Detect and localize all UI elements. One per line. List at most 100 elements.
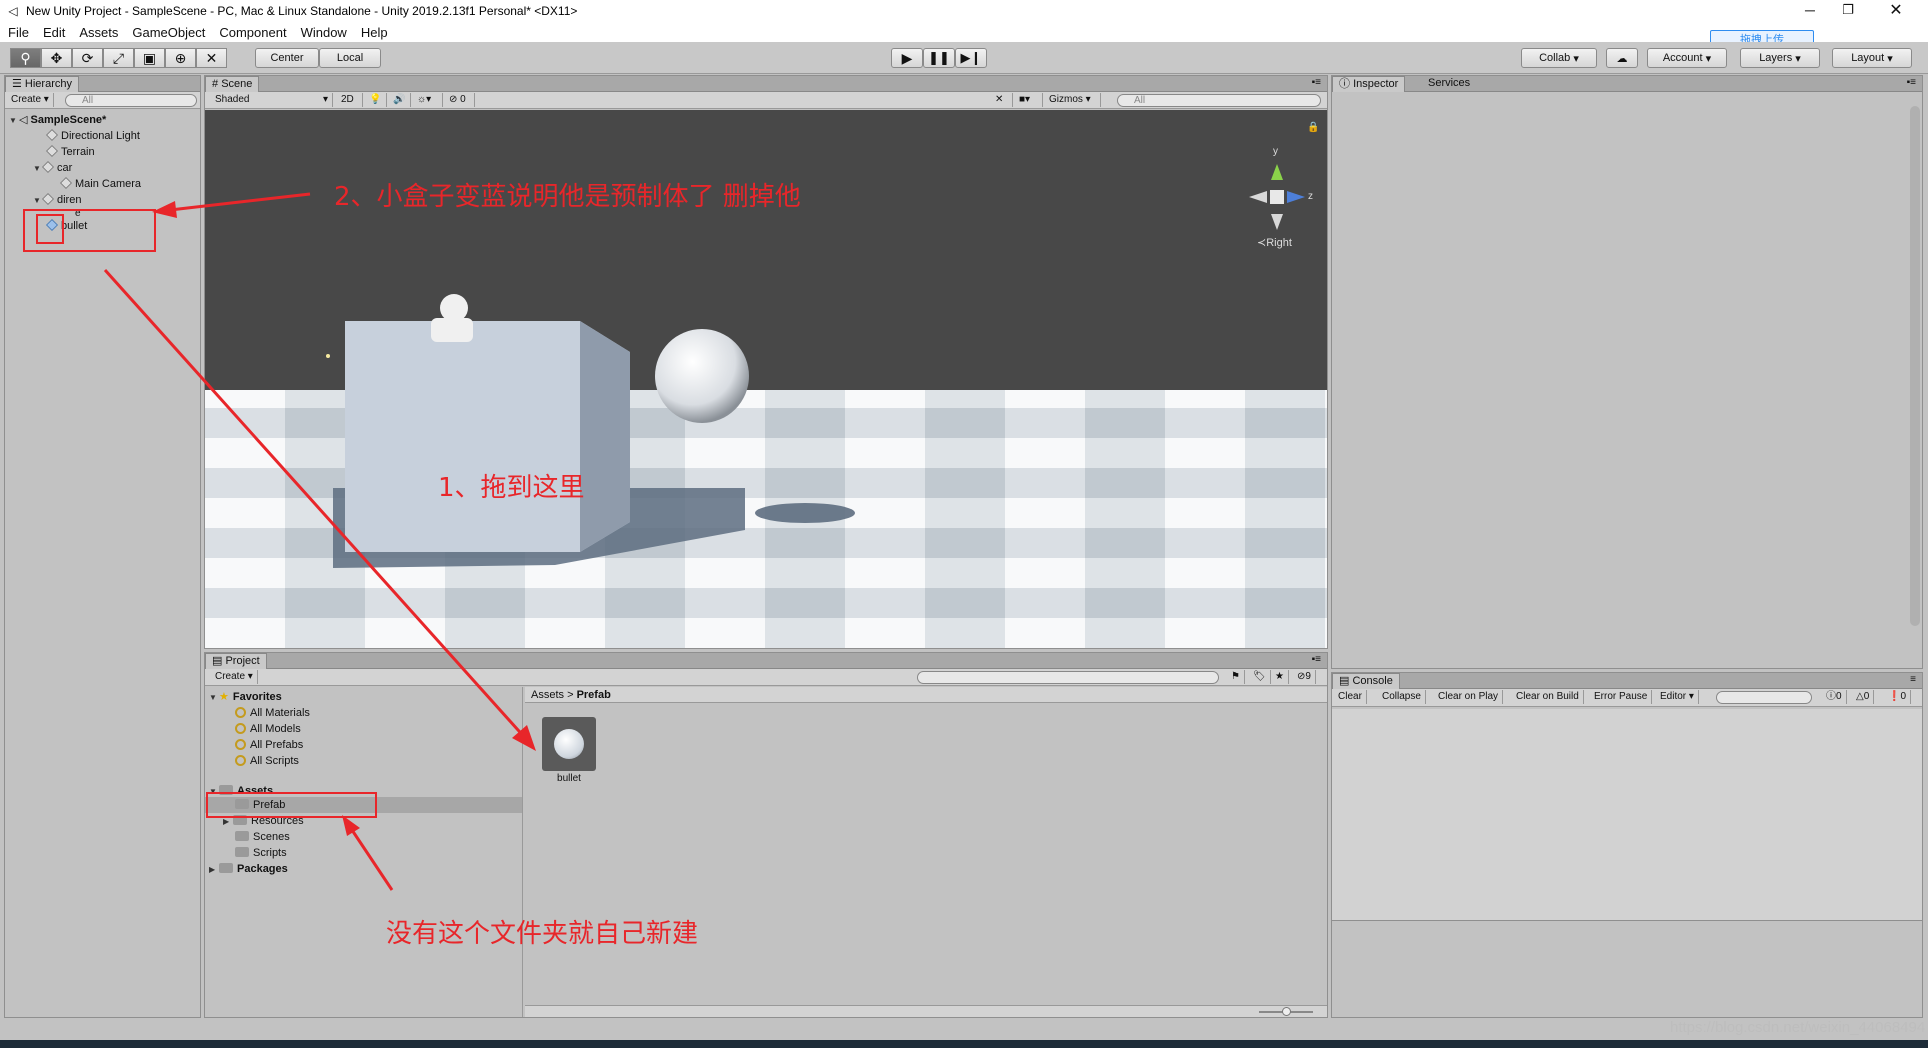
- asset-label[interactable]: bullet: [542, 773, 596, 784]
- shading-mode-dropdown[interactable]: Shaded ▾: [211, 93, 333, 107]
- audio-toggle-icon[interactable]: 🔊: [389, 93, 411, 107]
- minimize-button[interactable]: ─: [1800, 2, 1820, 20]
- asset-thumbnail-bullet[interactable]: [542, 717, 596, 771]
- collab-button[interactable]: Collab ▾: [1521, 48, 1597, 68]
- hierarchy-item-car[interactable]: ▼ car: [33, 160, 72, 176]
- move-tool-icon[interactable]: ✥: [41, 48, 72, 68]
- tab-project[interactable]: ▤ Project: [205, 653, 267, 669]
- menu-gameobject[interactable]: GameObject: [132, 25, 205, 40]
- breadcrumb-separator-icon: >: [567, 689, 577, 701]
- inspector-scrollbar[interactable]: [1910, 106, 1920, 626]
- pivot-center-button[interactable]: Center: [255, 48, 319, 68]
- step-button[interactable]: ▶❙: [955, 48, 987, 68]
- menu-window[interactable]: Window: [301, 25, 347, 40]
- expand-arrow-icon[interactable]: ▼: [9, 113, 19, 129]
- tab-scene[interactable]: # Scene: [205, 76, 260, 92]
- project-create-dropdown[interactable]: Create ▾: [211, 670, 258, 684]
- gizmo-view-label[interactable]: ≺Right: [1257, 236, 1292, 249]
- cloud-button[interactable]: ☁: [1606, 48, 1638, 68]
- menu-component[interactable]: Component: [219, 25, 286, 40]
- favorites-row[interactable]: ▼ ★ Favorites: [209, 689, 282, 705]
- menu-file[interactable]: File: [8, 25, 29, 40]
- menu-edit[interactable]: Edit: [43, 25, 65, 40]
- tab-hierarchy[interactable]: ☰ Hierarchy: [5, 76, 79, 92]
- menu-help[interactable]: Help: [361, 25, 388, 40]
- folder-scenes-row[interactable]: Scenes: [235, 829, 290, 845]
- tools-icon[interactable]: ✕: [991, 93, 1013, 107]
- favorite-item[interactable]: All Models: [235, 721, 301, 737]
- breadcrumb-current[interactable]: Prefab: [577, 689, 611, 701]
- console-clear-on-play-button[interactable]: Clear on Play: [1434, 690, 1504, 704]
- expand-arrow-icon[interactable]: ▶: [209, 862, 219, 878]
- scene-root-row[interactable]: ▼ ◁ SampleScene*: [9, 112, 106, 128]
- hand-tool-icon[interactable]: ⚲: [10, 48, 41, 68]
- layout-dropdown[interactable]: Layout ▾: [1832, 48, 1912, 68]
- console-clear-button[interactable]: Clear: [1334, 690, 1367, 704]
- close-button[interactable]: ✕: [1884, 0, 1908, 20]
- menu-assets[interactable]: Assets: [79, 25, 118, 40]
- hierarchy-item-directional-light[interactable]: Directional Light: [45, 128, 140, 144]
- pause-button[interactable]: ❚❚: [923, 48, 955, 68]
- folder-scripts-row[interactable]: Scripts: [235, 845, 287, 861]
- lock-icon[interactable]: 🔒: [1307, 122, 1319, 133]
- console-clear-on-build-button[interactable]: Clear on Build: [1512, 690, 1584, 704]
- effects-dropdown-icon[interactable]: ☼▾: [413, 93, 443, 107]
- favorite-item[interactable]: All Materials: [235, 705, 310, 721]
- services-tab-label: Services: [1428, 77, 1471, 89]
- console-error-pause-button[interactable]: Error Pause: [1590, 690, 1653, 704]
- favorite-item[interactable]: All Prefabs: [235, 737, 303, 753]
- tab-console[interactable]: ▤ Console: [1332, 673, 1400, 689]
- expand-arrow-icon[interactable]: ▼: [33, 193, 43, 209]
- rotate-tool-icon[interactable]: ⟳: [72, 48, 103, 68]
- expand-arrow-icon[interactable]: ▼: [33, 161, 43, 177]
- unity-scene-icon: ◁: [19, 114, 31, 126]
- favorite-item[interactable]: All Scripts: [235, 753, 299, 769]
- hierarchy-create-dropdown[interactable]: Create ▾: [7, 93, 54, 107]
- maximize-button[interactable]: ❐: [1838, 2, 1858, 20]
- menu-bar: File Edit Assets GameObject Component Wi…: [0, 22, 1928, 42]
- tab-inspector[interactable]: ⓘ Inspector: [1332, 76, 1406, 92]
- gizmo-y-label: y: [1273, 146, 1278, 157]
- breadcrumb-root[interactable]: Assets: [531, 689, 564, 701]
- gizmos-dropdown[interactable]: Gizmos ▾: [1045, 93, 1101, 107]
- panel-menu-icon[interactable]: ▪≡: [1907, 77, 1916, 88]
- filter-type-icon[interactable]: ⚑: [1227, 670, 1245, 684]
- scene-search-input[interactable]: All: [1117, 94, 1321, 107]
- console-collapse-button[interactable]: Collapse: [1378, 690, 1426, 704]
- custom-tool-icon[interactable]: ✕: [196, 48, 227, 68]
- console-panel: ▤ Console ≡ Clear Collapse Clear on Play…: [1331, 672, 1923, 1018]
- console-warning-count[interactable]: △0: [1852, 690, 1875, 704]
- hidden-packages-icon[interactable]: ⊘9: [1293, 670, 1316, 684]
- console-log-count[interactable]: ⓘ0: [1822, 690, 1847, 704]
- panel-menu-icon[interactable]: ≡: [1910, 674, 1916, 685]
- favorite-star-icon[interactable]: ★: [1271, 670, 1289, 684]
- filter-label-icon[interactable]: 🏷: [1249, 670, 1271, 684]
- tab-services[interactable]: Services: [1422, 76, 1476, 92]
- hierarchy-search-input[interactable]: All: [65, 94, 197, 107]
- scale-tool-icon[interactable]: ⤢: [103, 48, 134, 68]
- layers-dropdown[interactable]: Layers ▾: [1740, 48, 1820, 68]
- console-editor-dropdown[interactable]: Editor ▾: [1656, 690, 1699, 704]
- project-search-input[interactable]: [917, 671, 1219, 684]
- gameobject-icon: [45, 128, 59, 142]
- expand-arrow-icon[interactable]: ▼: [209, 690, 219, 706]
- play-button[interactable]: ▶: [891, 48, 923, 68]
- hidden-objects-icon[interactable]: ⊘ 0: [445, 93, 475, 107]
- rect-tool-icon[interactable]: ▣: [134, 48, 165, 68]
- lighting-toggle-icon[interactable]: 💡: [365, 93, 387, 107]
- hierarchy-item-main-camera[interactable]: Main Camera: [59, 176, 141, 192]
- packages-root-row[interactable]: ▶ Packages: [209, 861, 288, 877]
- panel-menu-icon[interactable]: ▪≡: [1312, 77, 1321, 88]
- console-error-count[interactable]: ❗0: [1884, 690, 1912, 704]
- transform-tool-icon[interactable]: ⊕: [165, 48, 196, 68]
- console-log-list[interactable]: [1332, 709, 1922, 921]
- console-search-input[interactable]: [1716, 691, 1812, 704]
- pivot-local-button[interactable]: Local: [319, 48, 381, 68]
- search-filter-icon: [235, 707, 246, 718]
- hierarchy-item-terrain[interactable]: Terrain: [45, 144, 95, 160]
- zoom-slider-handle[interactable]: [1282, 1007, 1291, 1016]
- account-dropdown[interactable]: Account ▾: [1647, 48, 1727, 68]
- toggle-2d-button[interactable]: 2D: [337, 93, 363, 107]
- panel-menu-icon[interactable]: ▪≡: [1312, 654, 1321, 665]
- camera-dropdown-icon[interactable]: ■▾: [1015, 93, 1043, 107]
